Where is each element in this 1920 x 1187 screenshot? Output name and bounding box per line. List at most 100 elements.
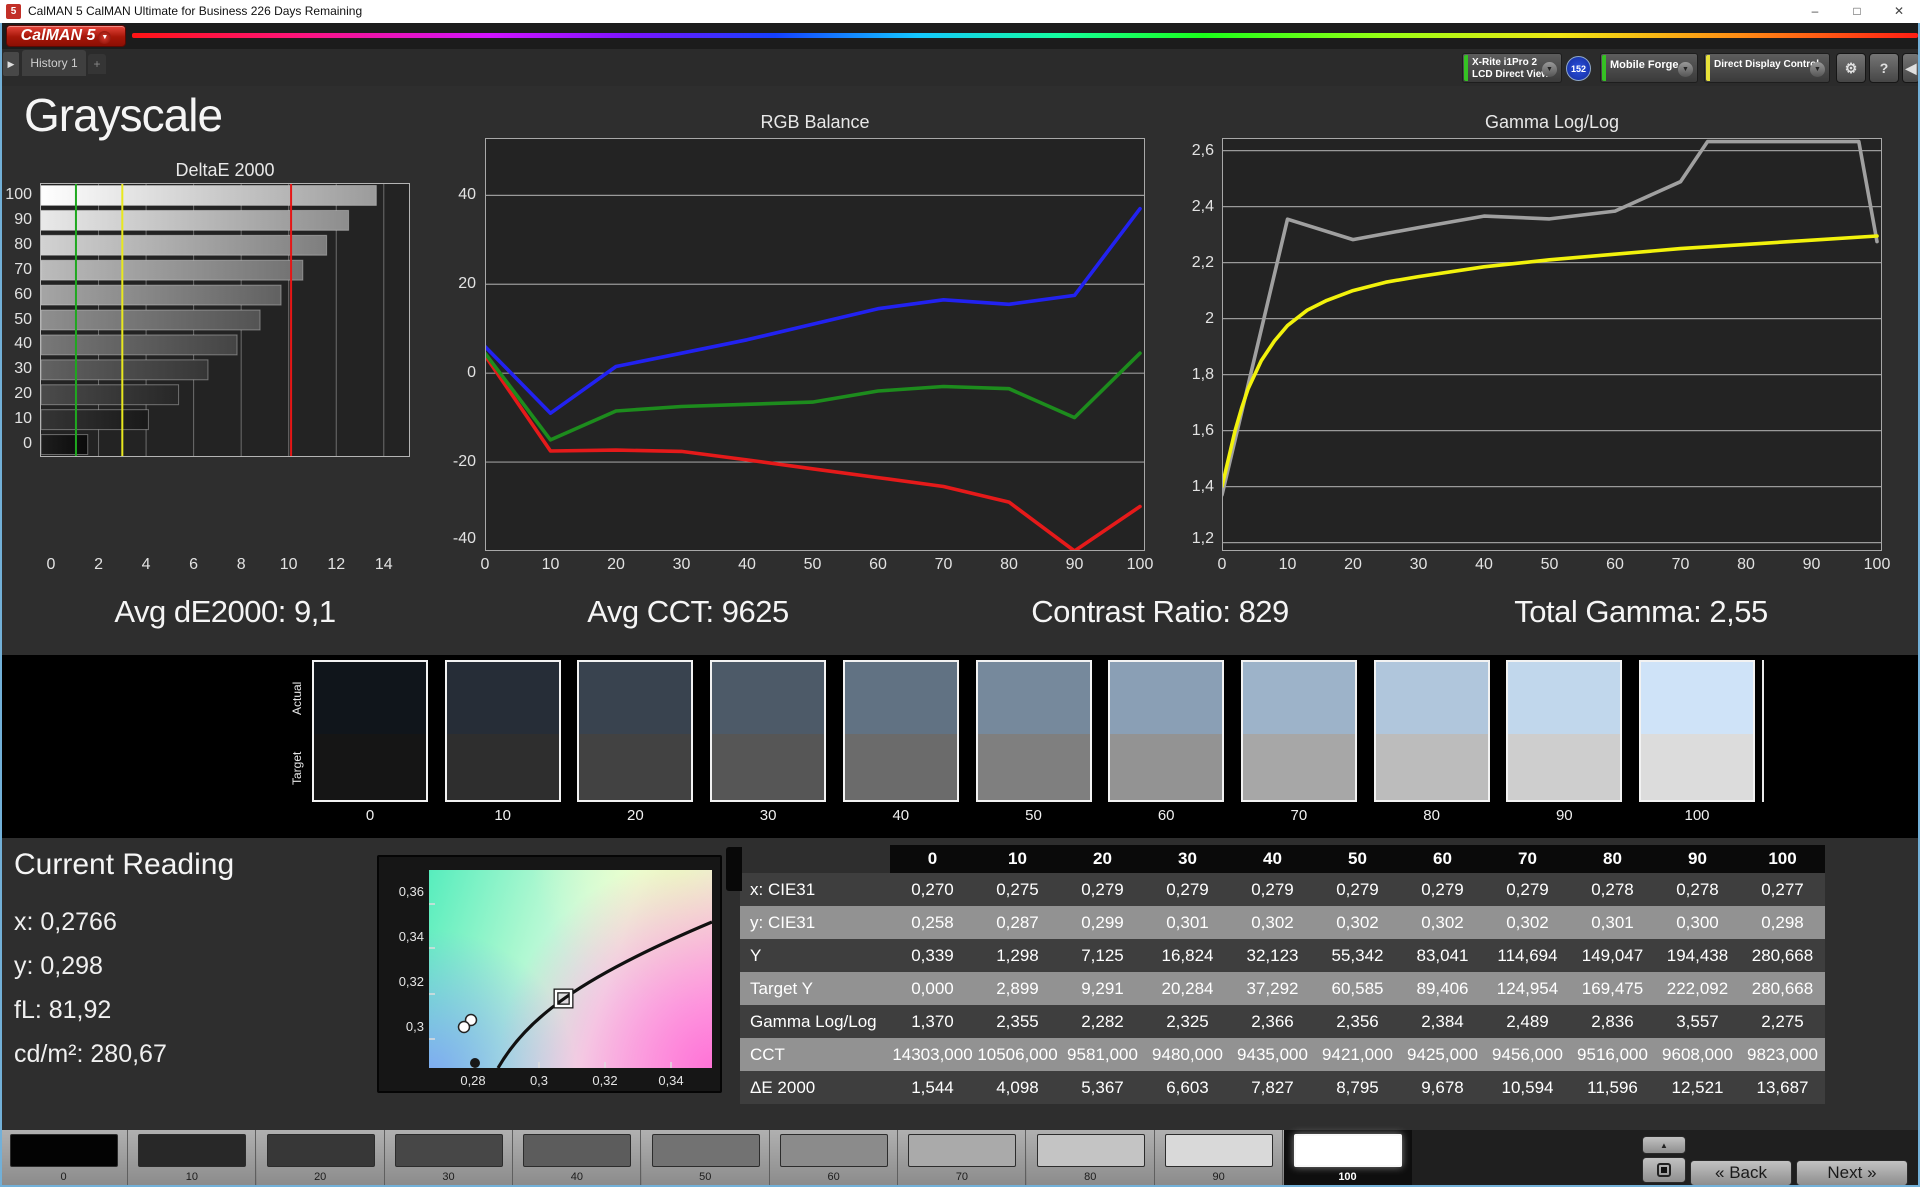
pattern-window-button[interactable] xyxy=(1642,1157,1686,1183)
table-col-header: 70 xyxy=(1485,845,1570,873)
display-control-status-bar xyxy=(1706,55,1710,81)
table-value: 0,279 xyxy=(1060,873,1145,906)
stat-avg-de2000: Avg dE2000: 9,1 xyxy=(114,594,335,630)
actual-patch xyxy=(1508,662,1620,734)
level-label: 90 xyxy=(1155,1171,1282,1183)
bottom-strip: 0102030405060708090100 ▲ ■▶↔∞⟳ « Back Ne… xyxy=(0,1130,1920,1187)
table-value: 2,282 xyxy=(1060,1005,1145,1038)
grayscale-swatch-70 xyxy=(1241,660,1357,802)
cie-x-tick: 0,3 xyxy=(519,1073,559,1088)
cie-y-tick: 0,32 xyxy=(384,974,424,989)
table-value: 60,585 xyxy=(1315,972,1400,1005)
help-button[interactable]: ? xyxy=(1869,53,1899,83)
chevron-down-icon: ▼ xyxy=(1810,62,1825,77)
x-tick: 40 xyxy=(732,556,762,574)
deltae-y-tick: 10 xyxy=(0,410,32,428)
y-tick: 40 xyxy=(426,186,476,204)
swatch-strip-divider xyxy=(1762,660,1764,802)
table-value: 280,668 xyxy=(1740,939,1825,972)
swatch-label: 0 xyxy=(312,807,428,824)
grayscale-swatch-40 xyxy=(843,660,959,802)
x-tick: 30 xyxy=(1404,556,1434,574)
minimize-button[interactable]: – xyxy=(1794,0,1836,23)
close-button[interactable]: ✕ xyxy=(1878,0,1920,23)
deltae-x-tick: 12 xyxy=(321,556,351,574)
x-tick: 60 xyxy=(863,556,893,574)
table-value: 0,270 xyxy=(890,873,975,906)
gamma-x-axis: 0102030405060708090100 xyxy=(1222,556,1882,576)
current-reading-fl: fL: 81,92 xyxy=(14,996,111,1025)
deltae-y-tick: 90 xyxy=(0,211,32,229)
x-tick: 30 xyxy=(667,556,697,574)
deltae-x-tick: 10 xyxy=(274,556,304,574)
level-button-80[interactable]: 80 xyxy=(1027,1130,1155,1187)
table-value: 169,475 xyxy=(1570,972,1655,1005)
target-patch xyxy=(1508,734,1620,800)
settings-button[interactable]: ⚙ xyxy=(1836,53,1866,83)
grayscale-swatch-80 xyxy=(1374,660,1490,802)
level-patch xyxy=(267,1134,375,1167)
deltae-x-axis: 02468101214 xyxy=(40,556,410,576)
level-button-70[interactable]: 70 xyxy=(898,1130,1026,1187)
meter-line1: X-Rite i1Pro 2 xyxy=(1472,57,1537,69)
table-value: 9,678 xyxy=(1400,1071,1485,1104)
level-label: 40 xyxy=(513,1171,640,1183)
table-value: 9425,000 xyxy=(1400,1038,1485,1071)
back-button[interactable]: « Back xyxy=(1690,1160,1792,1186)
toolbar: ▶ History 1 + X-Rite i1Pro 2 LCD Direct … xyxy=(0,49,1920,86)
app-icon: 5 xyxy=(6,4,21,19)
cie-y-tick: 0,36 xyxy=(384,884,424,899)
tab-history-1[interactable]: History 1 xyxy=(22,50,86,76)
grayscale-swatch-60 xyxy=(1108,660,1224,802)
level-label: 0 xyxy=(0,1171,127,1183)
level-button-90[interactable]: 90 xyxy=(1155,1130,1283,1187)
actual-row-label: Actual xyxy=(290,663,304,733)
table-value: 7,827 xyxy=(1230,1071,1315,1104)
level-label: 30 xyxy=(385,1171,512,1183)
level-button-0[interactable]: 0 xyxy=(0,1130,128,1187)
level-button-20[interactable]: 20 xyxy=(257,1130,385,1187)
table-value: 2,836 xyxy=(1570,1005,1655,1038)
swatch-label: 70 xyxy=(1241,807,1357,824)
tab-scroll-button[interactable]: ▶ xyxy=(3,52,19,76)
calman-logo-menu[interactable]: CalMAN 5▼ xyxy=(6,25,126,47)
table-value: 0,298 xyxy=(1740,906,1825,939)
table-value: 222,092 xyxy=(1655,972,1740,1005)
table-value: 9435,000 xyxy=(1230,1038,1315,1071)
level-patch xyxy=(523,1134,631,1167)
y-tick: 2,2 xyxy=(1164,254,1214,272)
table-value: 37,292 xyxy=(1230,972,1315,1005)
actual-patch xyxy=(1110,662,1222,734)
add-tab-button[interactable]: + xyxy=(88,54,106,74)
source-label: Mobile Forge xyxy=(1610,59,1678,71)
level-button-10[interactable]: 10 xyxy=(128,1130,256,1187)
level-button-60[interactable]: 60 xyxy=(770,1130,898,1187)
level-button-40[interactable]: 40 xyxy=(513,1130,641,1187)
y-tick: 1,8 xyxy=(1164,366,1214,384)
swatch-label: 20 xyxy=(577,807,693,824)
level-button-50[interactable]: 50 xyxy=(642,1130,770,1187)
table-value: 9,291 xyxy=(1060,972,1145,1005)
next-button[interactable]: Next » xyxy=(1796,1160,1908,1186)
deltae-y-tick: 20 xyxy=(0,385,32,403)
table-row-label: ΔE 2000 xyxy=(740,1071,890,1104)
grayscale-swatch-0 xyxy=(312,660,428,802)
source-dropdown[interactable]: Mobile Forge ▼ xyxy=(1600,53,1698,83)
panel-expand-button[interactable]: ▲ xyxy=(1642,1136,1686,1154)
display-control-dropdown[interactable]: Direct Display Control ▼ xyxy=(1704,53,1830,83)
table-value: 1,298 xyxy=(975,939,1060,972)
swatch-label: 40 xyxy=(843,807,959,824)
maximize-button[interactable]: □ xyxy=(1836,0,1878,23)
meter-dropdown[interactable]: X-Rite i1Pro 2 LCD Direct View ▼ xyxy=(1462,53,1562,83)
cie-x-tick: 0,32 xyxy=(585,1073,625,1088)
level-button-100[interactable]: 100 xyxy=(1284,1130,1412,1187)
rgb-x-axis: 0102030405060708090100 xyxy=(485,556,1145,576)
table-value: 0,302 xyxy=(1230,906,1315,939)
x-tick: 80 xyxy=(1731,556,1761,574)
actual-patch xyxy=(712,662,824,734)
arrow-up-icon: ▲ xyxy=(1660,1141,1668,1150)
table-value: 16,824 xyxy=(1145,939,1230,972)
level-button-30[interactable]: 30 xyxy=(385,1130,513,1187)
level-label: 20 xyxy=(257,1171,384,1183)
actual-patch xyxy=(1243,662,1355,734)
